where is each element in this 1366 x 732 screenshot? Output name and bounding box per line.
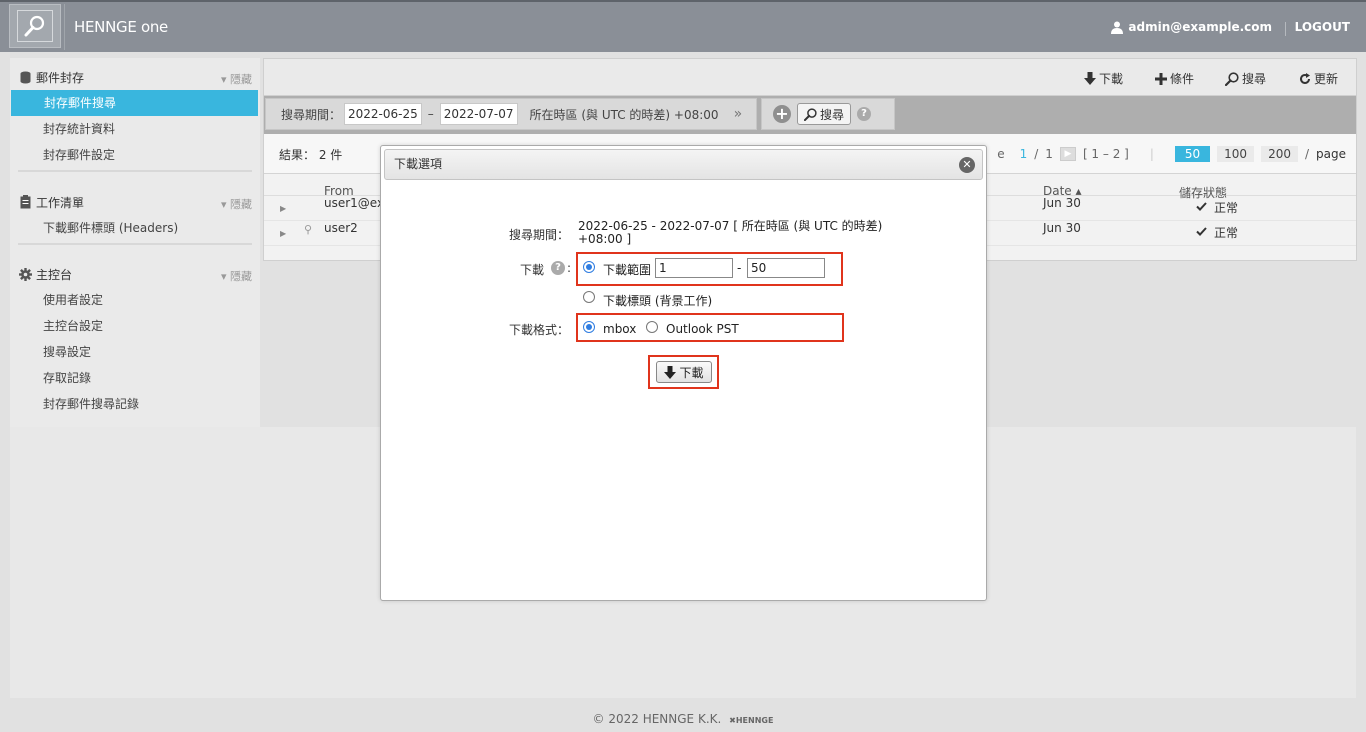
expand-row-icon[interactable]: ▶ [280, 204, 286, 213]
gear-icon [18, 267, 32, 281]
per-page-label: page [1316, 147, 1346, 161]
row-status: 正常 [1214, 226, 1239, 240]
next-page-icon[interactable]: ▶ [1059, 147, 1076, 161]
download-button[interactable]: 下載 [656, 361, 712, 383]
sidebar-item-archive-search[interactable]: 封存郵件搜尋 [11, 90, 258, 116]
range-radio[interactable] [583, 261, 595, 273]
mbox-radio[interactable] [583, 321, 595, 333]
row-from: user2 [324, 221, 358, 235]
arrow-down-icon [664, 365, 677, 379]
headers-radio[interactable] [583, 291, 595, 303]
page-size-100[interactable]: 100 [1217, 146, 1255, 162]
range-label: 下載範圍 [603, 263, 652, 277]
sidebar-item-search-log[interactable]: 封存郵件搜尋記錄 [10, 391, 260, 417]
footer: © 2022 HENNGE K.K. ✖HENNGE [0, 712, 1366, 726]
clipboard-icon [18, 195, 32, 209]
user-email: admin@example.com [1128, 20, 1272, 34]
pager-fragment: e [997, 147, 1005, 161]
sidebar: 郵件封存 ▾ 隱藏 封存郵件搜尋 封存統計資料 封存郵件設定 工作清單 ▾ 隱藏… [10, 58, 260, 427]
sidebar-section-console: 主控台 ▾ 隱藏 使用者設定 主控台設定 搜尋設定 存取記錄 封存郵件搜尋記錄 [10, 261, 260, 417]
hide-toggle[interactable]: ▾ 隱藏 [221, 196, 252, 212]
search-period-box: 搜尋期間： 2022-06-25 – 2022-07-07 所在時區 (與 UT… [265, 98, 757, 130]
search-bar: 搜尋期間： 2022-06-25 – 2022-07-07 所在時區 (與 UT… [264, 96, 1356, 134]
dialog-title-bar: 下載選項 ✕ [384, 149, 983, 180]
help-icon[interactable]: ? [857, 107, 872, 121]
brand-name: HENNGE one [64, 4, 209, 50]
henngE-footer-logo: ✖HENNGE [729, 716, 774, 725]
item-range: [ 1 – 2 ] [1082, 147, 1129, 161]
search-actions-box: + 搜尋 ? [761, 98, 895, 130]
search-period-label: 搜尋期間： [281, 107, 342, 122]
date-from-input[interactable]: 2022-06-25 [344, 103, 422, 125]
sidebar-item-access-log[interactable]: 存取記錄 [10, 365, 260, 391]
range-to-input[interactable]: 50 [747, 258, 825, 278]
pst-radio[interactable] [646, 321, 658, 333]
close-icon[interactable]: ✕ [959, 157, 975, 173]
row-date: Jun 30 [1043, 221, 1081, 235]
sidebar-section-tasks: 工作清單 ▾ 隱藏 下載郵件標頭 (Headers) [10, 189, 260, 247]
logout-link[interactable]: LOGOUT [1295, 20, 1350, 34]
refresh-icon [1300, 72, 1310, 84]
range-from-input[interactable]: 1 [655, 258, 733, 278]
check-icon [1196, 200, 1207, 214]
dialog-title: 下載選項 [394, 157, 443, 171]
pst-label: Outlook PST [666, 322, 739, 336]
current-page: 1 [1019, 147, 1028, 161]
search-icon [1225, 71, 1239, 86]
help-icon[interactable]: ? [551, 261, 565, 275]
search-toolbar-button[interactable]: 搜尋 [1225, 70, 1266, 87]
sidebar-section-archive: 郵件封存 ▾ 隱藏 封存郵件搜尋 封存統計資料 封存郵件設定 [10, 64, 260, 174]
user-icon [1111, 21, 1124, 34]
refresh-toolbar-button[interactable]: 更新 [1299, 70, 1338, 87]
arrow-down-icon [1084, 72, 1096, 85]
results-count: 結果： 2 件 [279, 148, 343, 162]
expand-row-icon[interactable]: ▶ [280, 229, 286, 238]
row-from: user1@ex [324, 196, 385, 210]
format-label: 下載格式： [508, 323, 569, 337]
total-pages: 1 [1045, 147, 1053, 161]
search-logo-icon[interactable] [9, 4, 61, 48]
toolbar: 下載 條件 搜尋 更新 [264, 59, 1356, 96]
conditions-toolbar-button[interactable]: 條件 [1155, 70, 1194, 87]
download-label: 下載 [519, 263, 544, 277]
sidebar-item-search-settings[interactable]: 搜尋設定 [10, 339, 260, 365]
search-icon [804, 107, 817, 121]
sidebar-item-download-headers[interactable]: 下載郵件標頭 (Headers) [10, 215, 260, 241]
page-size-200[interactable]: 200 [1261, 146, 1298, 162]
download-toolbar-button[interactable]: 下載 [1084, 70, 1123, 87]
sidebar-item-archive-stats[interactable]: 封存統計資料 [10, 116, 260, 142]
add-condition-icon[interactable]: + [773, 105, 791, 123]
top-header: HENNGE one admin@example.com LOGOUT [0, 0, 1366, 52]
dialog-period-label: 搜尋期間： [508, 228, 569, 242]
date-to-input[interactable]: 2022-07-07 [439, 103, 518, 125]
sidebar-item-user-settings[interactable]: 使用者設定 [10, 287, 260, 313]
database-icon [18, 71, 32, 84]
plus-icon [1155, 72, 1167, 85]
user-account[interactable]: admin@example.com [1111, 20, 1272, 34]
search-button[interactable]: 搜尋 [797, 103, 852, 125]
sidebar-item-console-settings[interactable]: 主控台設定 [10, 313, 260, 339]
timezone-label: 所在時區 (與 UTC 的時差) +08:00 [529, 107, 719, 122]
date-separator: – [427, 107, 434, 121]
pagination: e 1 / 1 ▶ [ 1 – 2 ] | 50 100 200 / page [997, 146, 1346, 162]
row-date: Jun 30 [1043, 196, 1081, 210]
paperclip-icon: ⚲ [304, 223, 313, 236]
expand-more-icon[interactable]: » [734, 106, 743, 122]
check-icon [1196, 225, 1207, 239]
mbox-label: mbox [603, 322, 637, 336]
hide-toggle[interactable]: ▾ 隱藏 [221, 71, 252, 87]
download-options-dialog: 下載選項 ✕ 搜尋期間： 2022-06-25 - 2022-07-07 [ 所… [380, 145, 987, 601]
page-size-50[interactable]: 50 [1174, 146, 1211, 162]
dialog-period-value: 2022-06-25 - 2022-07-07 [ 所在時區 (與 UTC 的時… [578, 219, 883, 246]
hide-toggle[interactable]: ▾ 隱藏 [221, 268, 252, 284]
copyright: © 2022 HENNGE K.K. [592, 712, 722, 726]
headers-label: 下載標頭 (背景工作) [603, 294, 713, 308]
sidebar-item-archive-settings[interactable]: 封存郵件設定 [10, 142, 260, 168]
row-status: 正常 [1214, 201, 1239, 215]
